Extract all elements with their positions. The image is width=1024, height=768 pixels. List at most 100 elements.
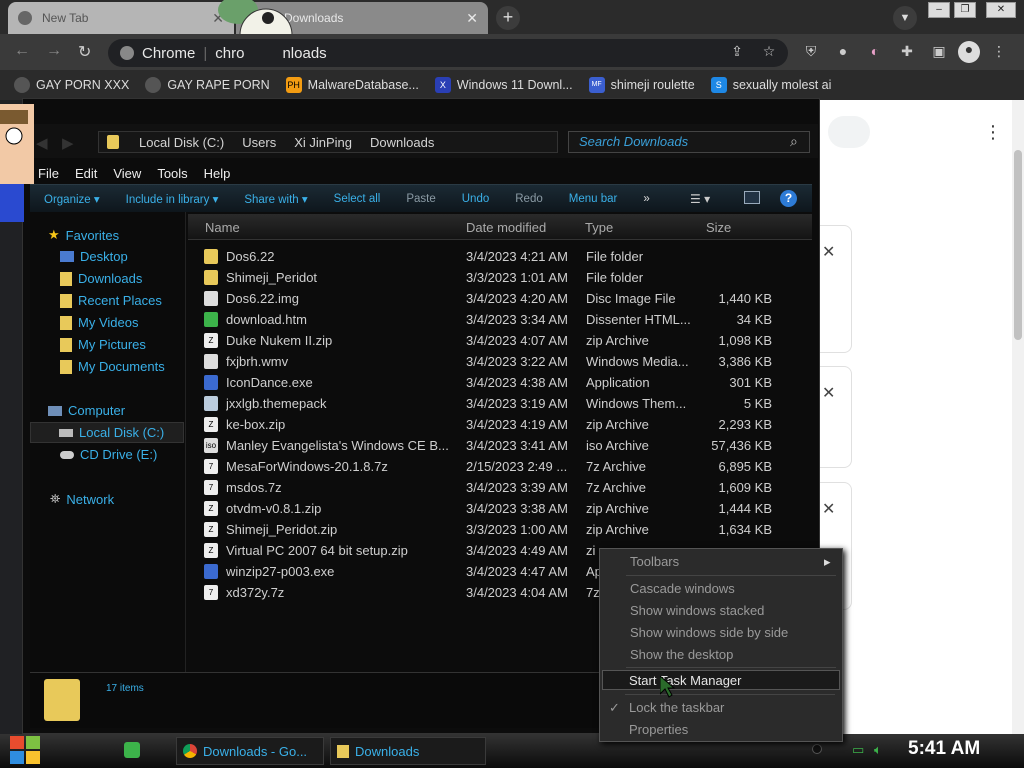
close-window-button[interactable]: ✕: [986, 2, 1016, 18]
file-row[interactable]: download.htm 3/4/2023 3:34 AM Dissenter HT…: [200, 309, 780, 330]
nav-my-documents[interactable]: My Documents: [60, 359, 165, 374]
menu-bar-button[interactable]: Menu bar: [569, 193, 618, 205]
volume-icon[interactable]: 🔈︎: [874, 742, 882, 758]
preview-pane-icon[interactable]: [744, 191, 760, 204]
nav-recent-places[interactable]: Recent Places: [60, 293, 162, 308]
column-date-modified[interactable]: Date modified: [466, 220, 546, 235]
bookmark-item[interactable]: PH MalwareDatabase...: [285, 77, 419, 93]
close-icon[interactable]: ✕: [822, 383, 835, 403]
organize-button[interactable]: Organize ▾: [44, 192, 100, 206]
bookmark-item[interactable]: Ssexually molest ai: [710, 77, 831, 93]
file-row[interactable]: fxjbrh.wmv 3/4/2023 3:22 AM Windows Media.…: [200, 351, 780, 372]
extension-avatar-icon[interactable]: ●: [834, 43, 852, 61]
scrollbar-thumb[interactable]: [1014, 150, 1022, 340]
bookmark-item[interactable]: GAY RAPE PORN: [145, 77, 270, 93]
include-library-button[interactable]: Include in library ▾: [126, 192, 219, 206]
bookmark-item[interactable]: GAY PORN XXX: [14, 77, 129, 93]
menu-tools[interactable]: Tools: [157, 166, 187, 181]
file-row[interactable]: Shimeji_Peridot 3/3/2023 1:01 AM File fold…: [200, 267, 780, 288]
address-bar[interactable]: Chrome | chro nloads: [108, 39, 788, 67]
extension-shield-icon[interactable]: ⛨: [802, 43, 820, 61]
forward-icon[interactable]: ▶: [62, 134, 74, 152]
search-pill[interactable]: [828, 116, 870, 148]
file-row[interactable]: Z Shimeji_Peridot.zip 3/3/2023 1:00 AM zip …: [200, 519, 780, 540]
search-input[interactable]: Search Downloads: [568, 131, 810, 153]
tray-icon[interactable]: [812, 744, 822, 754]
close-icon[interactable]: ✕: [822, 242, 835, 262]
share-icon[interactable]: ⇪: [728, 43, 746, 61]
file-row[interactable]: Z Duke Nukem II.zip 3/4/2023 4:07 AM zip Ar…: [200, 330, 780, 351]
bookmark-item[interactable]: X Windows 11 Downl...: [434, 77, 573, 93]
nav-my-videos[interactable]: My Videos: [60, 315, 138, 330]
search-icon[interactable]: ⌕: [790, 133, 798, 150]
side-panel-icon[interactable]: ▣: [930, 43, 948, 61]
menu-dots-icon[interactable]: ⋮: [984, 122, 1002, 143]
menu-edit[interactable]: Edit: [75, 166, 97, 181]
start-button[interactable]: [10, 736, 42, 766]
breadcrumb-item[interactable]: Downloads: [370, 135, 434, 150]
share-with-button[interactable]: Share with ▾: [244, 192, 307, 206]
close-icon[interactable]: ✕: [822, 499, 835, 519]
more-commands-button[interactable]: »: [643, 193, 649, 205]
menu-dots-icon[interactable]: ⋮: [990, 43, 1008, 61]
nav-cd-drive[interactable]: CD Drive (E:): [60, 447, 157, 462]
minimize-button[interactable]: –: [928, 2, 950, 18]
menu-item-side-by-side[interactable]: Show windows side by side: [630, 625, 788, 640]
view-options-icon[interactable]: ☰ ▾: [690, 192, 710, 206]
file-row[interactable]: 7 MesaForWindows-20.1.8.7z 2/15/2023 2:49 …: [200, 456, 780, 477]
file-row[interactable]: 7 msdos.7z 3/4/2023 3:39 AM 7z Archive 1,609…: [200, 477, 780, 498]
nav-favorites[interactable]: ★ Favorites: [48, 227, 119, 243]
back-icon[interactable]: ←: [14, 42, 30, 60]
column-size[interactable]: Size: [706, 220, 731, 235]
select-all-button[interactable]: Select all: [334, 193, 381, 205]
back-icon[interactable]: ◀: [36, 134, 48, 152]
restore-button[interactable]: ❐: [954, 2, 976, 18]
file-row[interactable]: IconDance.exe 3/4/2023 4:38 AM Application…: [200, 372, 780, 393]
help-icon[interactable]: ?: [780, 190, 797, 207]
chevron-down-icon[interactable]: ▼: [893, 6, 917, 30]
menu-item-task-manager[interactable]: Start Task Manager: [629, 673, 741, 688]
tab-new-tab[interactable]: New Tab ✕: [8, 2, 234, 34]
paste-button[interactable]: Paste: [406, 193, 435, 205]
clock[interactable]: 5:41 AM: [908, 738, 980, 760]
menu-help[interactable]: Help: [204, 166, 231, 181]
breadcrumb-item[interactable]: Xi JinPing: [294, 135, 352, 150]
nav-my-pictures[interactable]: My Pictures: [60, 337, 146, 352]
column-name[interactable]: Name: [205, 220, 240, 235]
new-tab-button[interactable]: +: [496, 6, 520, 30]
puzzle-icon[interactable]: ✚: [898, 43, 916, 61]
pinned-app-icon[interactable]: [124, 742, 140, 758]
close-icon[interactable]: ✕: [466, 10, 478, 27]
breadcrumb[interactable]: Local Disk (C:) Users Xi JinPing Downloa…: [98, 131, 558, 153]
cartoon-character[interactable]: [0, 104, 34, 222]
menu-file[interactable]: File: [38, 166, 59, 181]
menu-view[interactable]: View: [113, 166, 141, 181]
nav-computer[interactable]: Computer: [48, 403, 125, 418]
redo-button[interactable]: Redo: [515, 193, 543, 205]
file-row[interactable]: Dos6.22.img 3/4/2023 4:20 AM Disc Image Fi…: [200, 288, 780, 309]
menu-item-stacked[interactable]: Show windows stacked: [630, 603, 764, 618]
taskbar-explorer-button[interactable]: Downloads: [330, 737, 486, 765]
nav-local-disk[interactable]: Local Disk (C:): [30, 422, 184, 443]
reload-icon[interactable]: ↻: [78, 42, 91, 62]
undo-button[interactable]: Undo: [462, 193, 490, 205]
file-row[interactable]: Zke-box.zip 3/4/2023 4:19 AM zip Archive 2,…: [200, 414, 780, 435]
file-row[interactable]: Dos6.22 3/4/2023 4:21 AM File folder: [200, 246, 780, 267]
nav-downloads[interactable]: Downloads: [60, 271, 142, 286]
menu-item-cascade[interactable]: Cascade windows: [630, 581, 735, 596]
star-icon[interactable]: ☆: [760, 43, 778, 61]
profile-icon[interactable]: ●: [958, 41, 980, 63]
menu-item-show-desktop[interactable]: Show the desktop: [630, 647, 733, 662]
nav-desktop[interactable]: Desktop: [60, 249, 128, 264]
file-row[interactable]: jxxlgb.themepack 3/4/2023 3:19 AM Windows …: [200, 393, 780, 414]
breadcrumb-item[interactable]: Local Disk (C:): [139, 135, 224, 150]
taskbar-chrome-button[interactable]: Downloads - Go...: [176, 737, 324, 765]
menu-item-lock-taskbar[interactable]: Lock the taskbar: [629, 700, 724, 715]
nav-network[interactable]: ⛯ Network: [50, 491, 114, 507]
menu-item-toolbars[interactable]: Toolbars: [630, 554, 679, 569]
network-tray-icon[interactable]: ▭: [852, 742, 864, 758]
column-type[interactable]: Type: [585, 220, 613, 235]
menu-item-properties[interactable]: Properties: [629, 722, 688, 737]
file-row[interactable]: Zotvdm-v0.8.1.zip 3/4/2023 3:38 AM zip Arc…: [200, 498, 780, 519]
forward-icon[interactable]: →: [46, 42, 62, 60]
